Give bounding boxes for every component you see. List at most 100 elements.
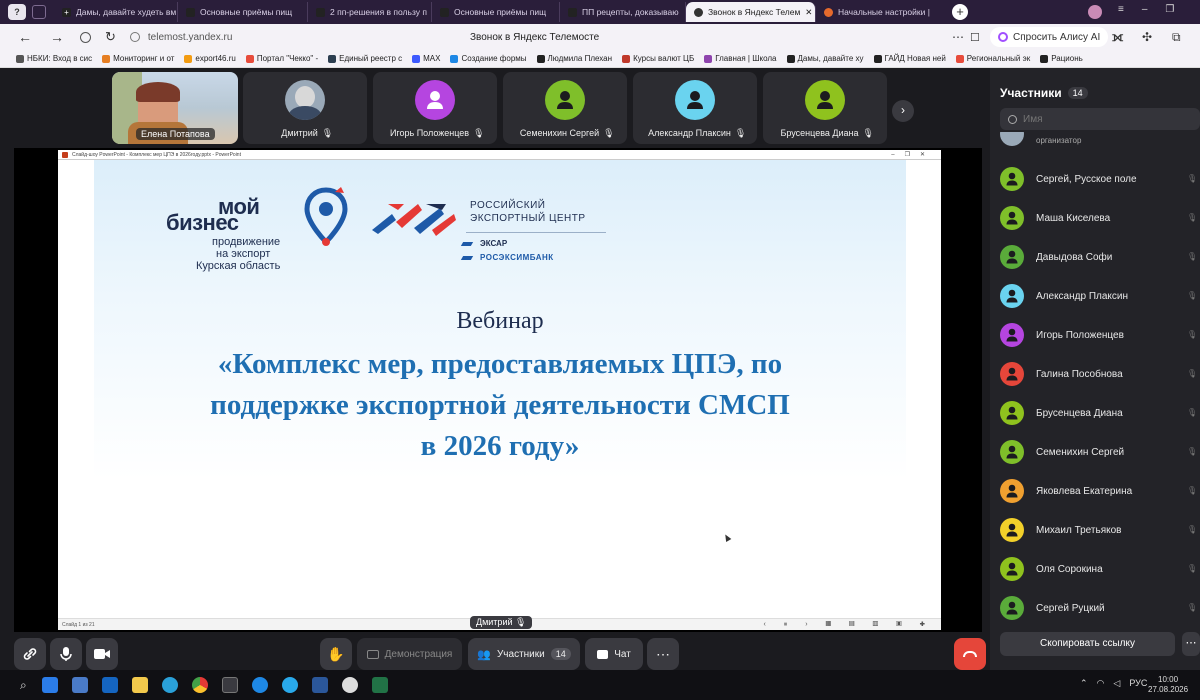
participant-row[interactable]: Галина Пособнова 🎙: [1000, 359, 1197, 389]
mic-off-icon: 🎙: [1187, 330, 1198, 339]
participant-tile[interactable]: Дмитрий 🎙: [243, 72, 367, 144]
clock[interactable]: 10:00 27.08.2026: [1148, 675, 1188, 695]
microphone-button[interactable]: [50, 638, 82, 670]
tab[interactable]: 2 пп-решения в пользу п: [308, 2, 432, 22]
bookmark-item[interactable]: Рационь: [1040, 54, 1083, 63]
leave-call-button[interactable]: [954, 638, 986, 670]
mic-off-icon: 🎙: [1187, 213, 1198, 222]
bookmark-item[interactable]: Мониторинг и от: [102, 54, 174, 63]
participants-button[interactable]: 👥 Участники 14: [468, 638, 580, 670]
bookmark-item[interactable]: Курсы валют ЦБ: [622, 54, 694, 63]
address-bar: ← → ↻ telemost.yandex.ru Звонок в Яндекс…: [0, 24, 1200, 50]
word-icon[interactable]: [311, 677, 328, 693]
bookmark-item[interactable]: Людмила Плехан: [536, 54, 612, 63]
profile-avatar[interactable]: [1088, 5, 1102, 19]
participant-tile[interactable]: Игорь Положенцев 🎙: [373, 72, 497, 144]
tab[interactable]: Основные приёмы пищ: [432, 2, 560, 22]
telegram-icon[interactable]: [281, 677, 298, 693]
app-icon[interactable]: [341, 677, 358, 693]
ppt-window-controls: –❐✕: [891, 152, 935, 158]
wifi-icon: ◠: [1096, 678, 1105, 688]
collections-icon[interactable]: ⧉: [1172, 30, 1181, 45]
bookmark-item[interactable]: Дамы, давайте ху: [786, 54, 864, 63]
reload-icon[interactable]: ↻: [105, 29, 116, 45]
participant-row[interactable]: Оля Сорокина 🎙: [1000, 554, 1197, 584]
bookmark-item[interactable]: Региональный эк: [955, 54, 1030, 63]
bookmark-item[interactable]: Портал "Чекко" -: [245, 54, 318, 63]
participant-tile[interactable]: Семенихин Сергей 🎙: [503, 72, 627, 144]
participant-tile[interactable]: Брусенцева Диана 🎙: [763, 72, 887, 144]
panel-more-button[interactable]: ⋯: [1182, 632, 1200, 656]
more-options-button[interactable]: ⋯: [647, 638, 679, 670]
tab-active[interactable]: Звонок в Яндекс Телем ✕: [686, 2, 816, 22]
chrome-icon[interactable]: [191, 677, 208, 693]
participant-tile[interactable]: Александр Плаксин 🎙: [633, 72, 757, 144]
window-menu-icon[interactable]: ≡: [1118, 4, 1124, 15]
bookmark-item[interactable]: Единый реестр с: [328, 54, 402, 63]
participant-row[interactable]: Михаил Третьяков 🎙: [1000, 515, 1197, 545]
more-icon[interactable]: ⋯: [952, 30, 964, 44]
folder-icon[interactable]: [131, 677, 148, 693]
tab[interactable]: ПП рецепты, доказываю: [560, 2, 686, 22]
participant-row[interactable]: Давыдова Софи 🎙: [1000, 242, 1197, 272]
url-text[interactable]: telemost.yandex.ru: [148, 32, 233, 43]
back-icon[interactable]: ←: [18, 29, 32, 45]
participant-row[interactable]: Брусенцева Диана 🎙: [1000, 398, 1198, 428]
minimize-icon[interactable]: –: [1142, 4, 1148, 15]
language-indicator[interactable]: РУС: [1129, 678, 1147, 689]
search-input[interactable]: [1023, 113, 1173, 125]
slide-title-line2: поддержке экспортной деятельности СМСП: [210, 389, 790, 421]
next-tiles-button[interactable]: ›: [892, 100, 914, 122]
eksar-mark: [460, 242, 474, 246]
bookmark-icon[interactable]: ☐: [970, 31, 980, 44]
copy-link-button[interactable]: Скопировать ссылку: [1000, 632, 1175, 656]
participant-row[interactable]: Александр Плаксин 🎙: [1000, 281, 1197, 311]
tab[interactable]: + Дамы, давайте худеть вм: [54, 2, 178, 22]
tabs-dropdown-icon[interactable]: [32, 5, 46, 19]
chevron-up-icon[interactable]: ⌃: [1080, 678, 1088, 689]
raise-hand-button[interactable]: ✋: [320, 638, 352, 670]
bookmark-item[interactable]: Создание формы: [450, 54, 527, 63]
bookmark-item[interactable]: Главная | Школа: [704, 54, 777, 63]
ask-alice-button[interactable]: Спросить Алису AI: [990, 27, 1109, 47]
camera-button[interactable]: [86, 638, 118, 670]
user-icon: [1006, 289, 1018, 303]
close-tab-icon[interactable]: ✕: [805, 7, 812, 18]
bookmark-item[interactable]: ГАЙД Новая ней: [873, 54, 946, 63]
bookmark-item[interactable]: MAX: [412, 54, 440, 63]
browser-menu-icon[interactable]: ?: [8, 4, 26, 20]
new-tab-button[interactable]: +: [952, 4, 968, 20]
self-video-tile[interactable]: Елена Потапова: [112, 72, 238, 144]
bookmark-item[interactable]: export46.ru: [184, 54, 236, 63]
extension-icon[interactable]: ⟗: [1112, 29, 1123, 45]
bookmark-item[interactable]: НБКИ: Вход в сис: [16, 54, 92, 63]
excel-icon[interactable]: [371, 677, 388, 693]
mic-off-icon: 🎙: [1187, 408, 1198, 417]
search-icon[interactable]: ⌕: [20, 678, 27, 693]
file-explorer-icon[interactable]: [71, 677, 88, 693]
outlook-icon[interactable]: [101, 677, 118, 693]
maximize-icon[interactable]: ❐: [1165, 4, 1174, 15]
chat-button[interactable]: Чат: [585, 638, 643, 670]
bookmarks-bar: НБКИ: Вход в сис Мониторинг и от export4…: [0, 50, 1200, 68]
forward-icon[interactable]: →: [50, 29, 64, 45]
copy-link-icon-button[interactable]: [14, 638, 46, 670]
organizer-row[interactable]: организатор: [1000, 132, 1195, 148]
edge-icon[interactable]: [161, 677, 178, 693]
search-field[interactable]: [1000, 108, 1200, 130]
puzzle-icon[interactable]: ✣: [1142, 30, 1152, 44]
tab[interactable]: Основные приёмы пищ: [178, 2, 308, 22]
participant-row[interactable]: Маша Киселева 🎙: [1000, 203, 1198, 233]
participant-row[interactable]: Яковлева Екатерина 🎙: [1000, 476, 1197, 506]
tab[interactable]: Начальные настройки |: [816, 2, 946, 22]
participant-row[interactable]: Сергей, Русское поле 🎙: [1000, 164, 1197, 194]
reader-icon[interactable]: [80, 31, 91, 43]
start-icon[interactable]: [41, 677, 58, 693]
demo-button[interactable]: Демонстрация: [357, 638, 462, 670]
participant-row[interactable]: Семенихин Сергей 🎙: [1000, 437, 1197, 467]
participant-row[interactable]: Игорь Положенцев 🎙: [1000, 320, 1198, 350]
participant-name: Маша Киселева: [1036, 212, 1111, 224]
yandex-browser-icon[interactable]: [221, 677, 238, 693]
edge-icon[interactable]: [251, 677, 268, 693]
participant-row[interactable]: Сергей Руцкий 🎙: [1000, 593, 1197, 623]
